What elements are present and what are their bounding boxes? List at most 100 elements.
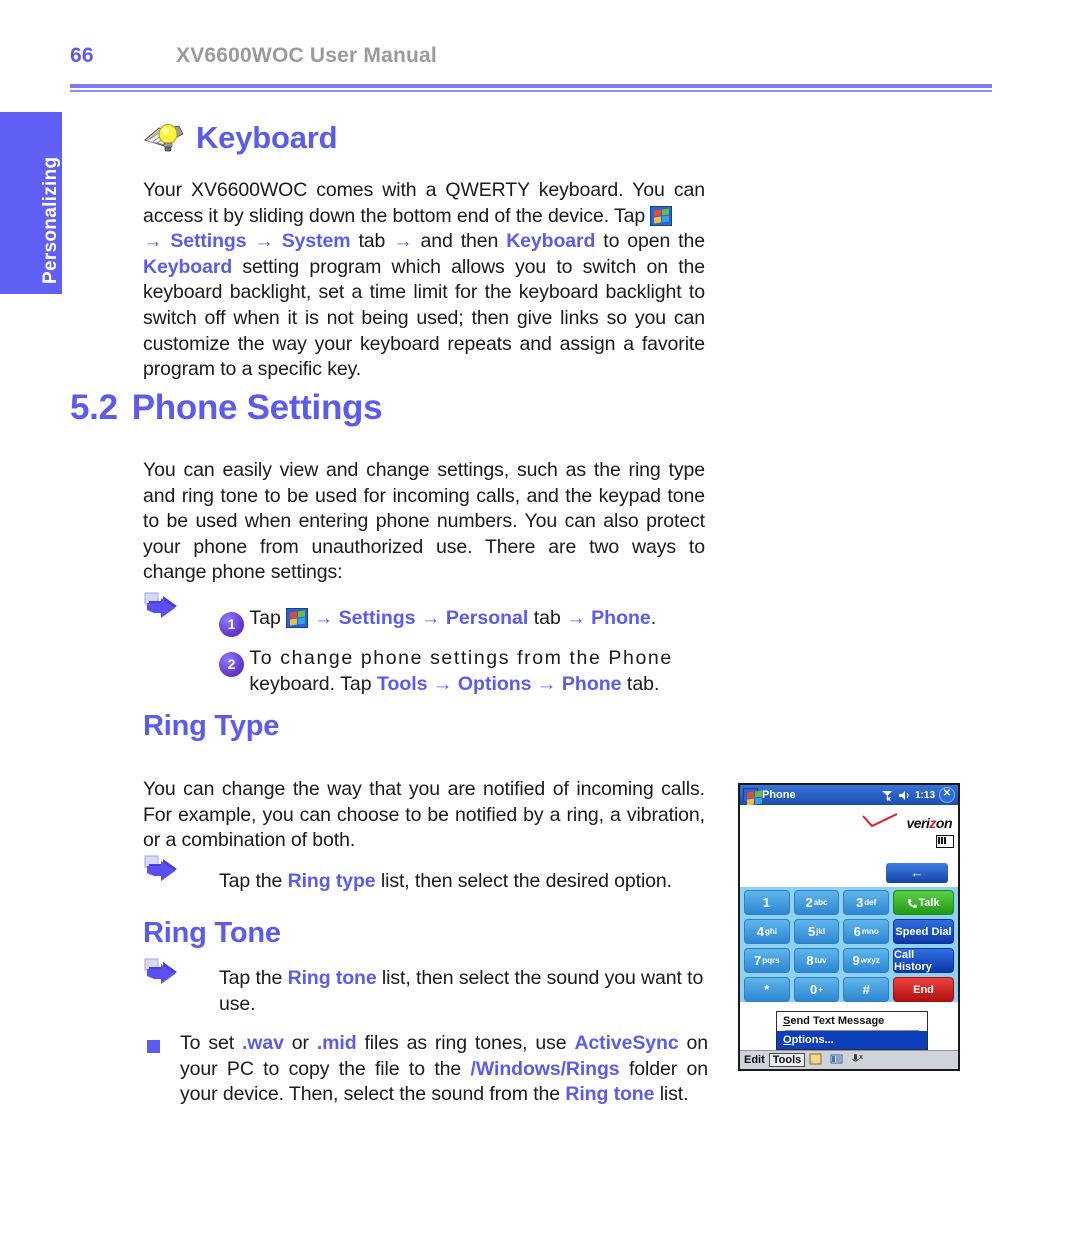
note-ext-wav: .wav: [241, 1032, 284, 1054]
arrow-glyph-1: →: [143, 230, 163, 253]
section-number: 5.2: [70, 388, 118, 427]
keypad-row: 1 2 abc 3 def Talk: [744, 890, 954, 915]
word-tab-1: tab: [350, 230, 394, 253]
carrier-logo: verizon: [906, 815, 952, 831]
screenshot-status-icons: x 1:13: [881, 789, 935, 802]
tools-popup-menu: Send Text Message Options...: [776, 1011, 928, 1050]
link-ring-type: Ring type: [287, 870, 376, 892]
microphone-off-icon[interactable]: x: [847, 1053, 869, 1068]
keyboard-paragraph-text-1: Your XV6600WOC comes with a QWERTY keybo…: [143, 179, 705, 227]
ring-tone-heading: Ring Tone: [143, 917, 281, 949]
step-2-line-1: To change phone settings from the Phone: [249, 647, 673, 669]
key-4[interactable]: 4 ghi: [744, 919, 790, 944]
backspace-button[interactable]: ←: [886, 863, 948, 883]
footer-tools-button[interactable]: Tools: [768, 1053, 806, 1067]
keyboard-heading: Keyboard: [196, 120, 338, 155]
menu-item-options[interactable]: Options...: [777, 1031, 927, 1049]
note-text-2: files as ring tones, use: [356, 1032, 575, 1054]
speed-dial-button[interactable]: Speed Dial: [893, 919, 954, 944]
talk-button[interactable]: Talk: [893, 890, 954, 915]
keypad-row: 4 ghi 5 jkl 6 mno Speed Dial: [744, 919, 954, 944]
step-2-arrow-1: →: [432, 672, 453, 695]
phone-screenshot: Phone x 1:13 ✕ verizon ← 1 2 abc 3 def T…: [738, 783, 960, 1071]
keyboard-input-icon[interactable]: [826, 1053, 847, 1068]
ring-type-heading: Ring Type: [143, 710, 280, 742]
step-2-line-2-prefix: keyboard. Tap: [249, 672, 377, 695]
chapter-side-tab: Personalizing: [0, 112, 62, 294]
menu-item-send-text-message[interactable]: Send Text Message: [777, 1012, 927, 1030]
arrow-glyph-2: →: [254, 230, 274, 253]
footer-edit-button[interactable]: Edit: [740, 1054, 769, 1066]
key-hash[interactable]: #: [843, 977, 890, 1002]
tip-arrow-icon-ring-type: [143, 855, 187, 887]
link-settings: Settings: [170, 230, 247, 253]
ring-type-tip-prefix: Tap the: [219, 870, 288, 892]
keyboard-heading-row: Keyboard: [143, 120, 338, 156]
keyboard-bulb-icon: [143, 120, 187, 156]
step-2-tab-word: tab.: [621, 672, 660, 695]
screenshot-app-title: Phone: [762, 789, 796, 801]
note-text-5: list.: [654, 1083, 689, 1106]
step-1-link-phone: Phone: [591, 607, 651, 629]
header-divider: [70, 84, 992, 92]
square-bullet-icon: [147, 1040, 160, 1053]
step-2-link-options: Options: [457, 672, 532, 695]
step-1-text: Tap → Settings → Personal tab → Phone.: [249, 606, 656, 632]
screenshot-footer-bar: Edit Tools x: [740, 1050, 958, 1069]
key-1[interactable]: 1: [744, 890, 790, 915]
step-1: 1 Tap → Settings → Personal tab → Phone.: [219, 606, 709, 637]
signal-no-service-icon: x: [881, 790, 892, 802]
call-history-button[interactable]: Call History: [893, 948, 954, 973]
tip-arrow-icon: [143, 592, 187, 624]
keypad-row: * 0 + # End: [744, 977, 954, 1002]
keypad-row: 7 pqrs 8 tuv 9 wxyz Call History: [744, 948, 954, 973]
step-1-arrow-1: →: [313, 607, 334, 629]
note-ext-mid: .mid: [316, 1032, 357, 1054]
note-path: /Windows/Rings: [470, 1057, 620, 1080]
note-link-activesync: ActiveSync: [574, 1032, 679, 1054]
step-1-tab-word: tab: [528, 607, 567, 629]
to-open-the-text: to open the: [595, 230, 705, 253]
note-link-ringtone: Ring tone: [565, 1083, 655, 1106]
end-button[interactable]: End: [893, 977, 954, 1002]
link-system: System: [281, 230, 351, 253]
step-1-prefix: Tap: [249, 607, 287, 629]
step-1-link-personal: Personal: [445, 607, 529, 629]
keyboard-paragraph: Your XV6600WOC comes with a QWERTY keybo…: [143, 178, 705, 383]
screenshot-title-bar: Phone x 1:13 ✕: [740, 785, 958, 806]
ring-tone-note: To set .wav or .mid files as ring tones,…: [180, 1031, 708, 1108]
step-1-arrow-3: →: [566, 607, 586, 629]
note-text-1: To set: [180, 1032, 242, 1054]
manual-page: 66 XV6600WOC User Manual Personalizing K…: [0, 0, 1080, 1259]
windows-start-icon-step1: [286, 608, 309, 628]
key-star[interactable]: *: [744, 977, 790, 1002]
svg-text:x: x: [887, 796, 891, 802]
windows-start-icon: [650, 205, 673, 226]
key-3[interactable]: 3 def: [843, 890, 890, 915]
ring-type-tip: Tap the Ring type list, then select the …: [219, 869, 709, 895]
and-then-text: and then: [412, 230, 507, 253]
key-0[interactable]: 0 +: [793, 977, 840, 1002]
section-title-text: Phone Settings: [131, 388, 383, 427]
key-8[interactable]: 8 tuv: [793, 948, 840, 973]
key-7[interactable]: 7 pqrs: [744, 948, 790, 973]
ring-type-tip-suffix: list, then select the desired option.: [375, 870, 672, 892]
ring-type-body: You can change the way that you are noti…: [143, 778, 705, 852]
step-2-text: To change phone settings from the Phone …: [249, 646, 689, 697]
tip-arrow-icon-ring-tone: [143, 958, 187, 990]
key-5[interactable]: 5 jkl: [793, 919, 840, 944]
close-icon[interactable]: ✕: [939, 787, 955, 803]
battery-icon: [936, 835, 954, 848]
notes-icon[interactable]: [805, 1053, 826, 1068]
section-intro-paragraph: You can easily view and change settings,…: [143, 459, 705, 584]
verizon-check-icon: [862, 813, 898, 828]
key-9[interactable]: 9 wxyz: [843, 948, 890, 973]
key-2[interactable]: 2 abc: [793, 890, 840, 915]
step-1-link-settings: Settings: [338, 607, 416, 629]
step-2-link-phone: Phone: [561, 672, 622, 695]
step-2-badge: 2: [219, 652, 244, 677]
windows-start-icon-screenshot[interactable]: [743, 788, 762, 806]
step-1-period: .: [650, 607, 657, 629]
link-ring-tone: Ring tone: [287, 967, 377, 989]
key-6[interactable]: 6 mno: [843, 919, 890, 944]
